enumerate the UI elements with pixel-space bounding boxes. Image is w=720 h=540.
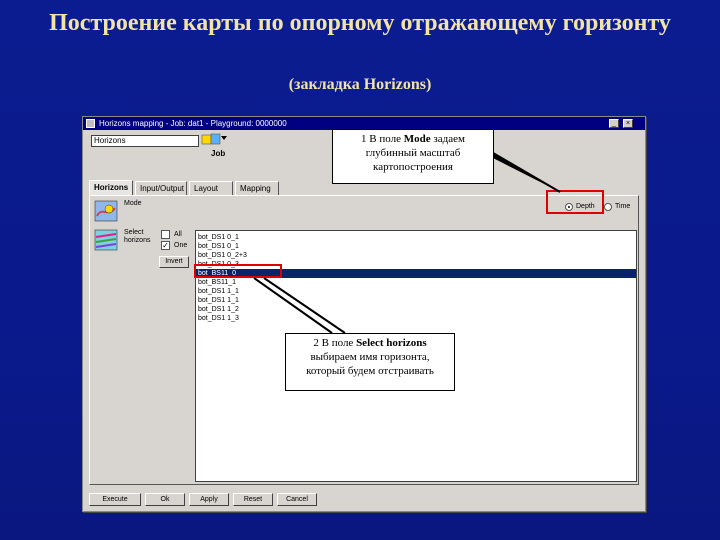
callout1-leader — [487, 149, 561, 193]
callout-leader-lines — [253, 149, 561, 334]
callout-select-horizons: 2 В поле Select horizons выбираем имя го… — [285, 333, 455, 391]
callout2-leader-a — [263, 277, 346, 334]
callout-mode: 1 В поле Mode задаем глубинный масштаб к… — [332, 129, 494, 184]
callout2-leader-b — [253, 277, 333, 334]
